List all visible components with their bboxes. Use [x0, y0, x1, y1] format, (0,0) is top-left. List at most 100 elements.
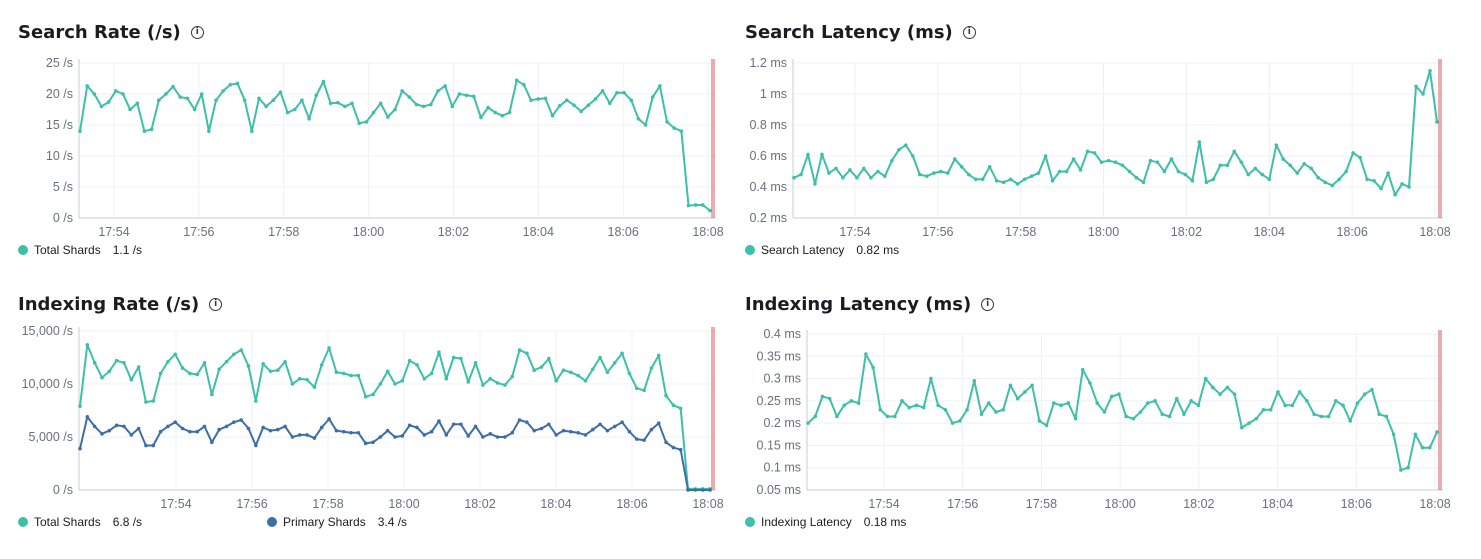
y-tick-label: 0.2 ms: [749, 211, 787, 225]
data-point: [924, 174, 929, 178]
data-point: [428, 102, 433, 107]
data-point: [507, 110, 512, 115]
data-point: [1211, 385, 1215, 390]
data-point: [664, 393, 668, 398]
data-point: [488, 432, 493, 436]
data-point: [114, 358, 119, 363]
data-point: [264, 104, 268, 109]
data-point: [232, 352, 236, 357]
data-point: [1435, 120, 1439, 124]
data-point: [1355, 401, 1360, 405]
info-icon[interactable]: i: [209, 297, 223, 311]
data-point: [931, 171, 936, 175]
data-point: [959, 165, 964, 169]
data-point: [246, 426, 251, 431]
y-tick-label: 5,000 /s: [29, 430, 73, 444]
data-point: [642, 388, 646, 393]
data-point: [1037, 419, 1042, 423]
data-point: [221, 89, 225, 93]
data-point: [665, 120, 669, 124]
legend-value: 0.18 ms: [863, 515, 907, 529]
data-point: [1239, 425, 1244, 430]
data-point: [1351, 151, 1355, 155]
data-point: [451, 355, 456, 360]
info-icon[interactable]: i: [981, 297, 995, 311]
data-point: [185, 96, 190, 101]
data-point: [671, 403, 676, 407]
data-point: [261, 362, 265, 366]
legend-item-indexing-latency[interactable]: Indexing Latency 0.18 ms: [745, 515, 906, 529]
data-point: [834, 166, 838, 171]
data-point: [297, 376, 302, 381]
data-point: [1288, 163, 1293, 168]
y-tick-label: 0 /s: [53, 211, 73, 225]
data-point: [334, 370, 339, 375]
legend-item-total-shards[interactable]: Total Shards 1.1 /s: [18, 243, 142, 257]
data-point: [158, 371, 163, 376]
info-icon[interactable]: i: [962, 25, 976, 39]
data-point: [114, 423, 119, 428]
data-point: [466, 434, 471, 438]
data-point: [481, 383, 485, 387]
data-point: [1176, 169, 1181, 174]
data-point: [634, 437, 639, 441]
x-tick-label: 17:58: [268, 225, 299, 239]
data-point: [871, 365, 875, 370]
data-point: [275, 427, 280, 432]
x-tick-label: 18:00: [1105, 497, 1136, 511]
data-point: [607, 101, 612, 106]
data-point: [319, 363, 324, 367]
data-point: [629, 98, 634, 102]
y-tick-label: 0.1 ms: [763, 461, 801, 475]
data-point: [1153, 399, 1157, 403]
data-point: [334, 428, 339, 433]
data-point: [136, 426, 141, 431]
legend-label: Primary Shards: [283, 515, 366, 529]
data-point: [1316, 175, 1320, 180]
data-point: [202, 361, 207, 365]
data-point: [457, 92, 462, 96]
data-point: [349, 430, 353, 435]
data-point: [598, 355, 602, 360]
indexing-latency-panel: Indexing Latency (ms) i 0.05 ms 0.1 ms 0.1…: [745, 289, 1465, 559]
y-tick-label: 1 ms: [760, 87, 787, 101]
data-point: [1281, 157, 1286, 161]
data-point: [678, 447, 683, 452]
data-point: [268, 369, 273, 374]
data-point: [598, 422, 602, 427]
data-point: [107, 369, 112, 374]
data-point: [554, 433, 558, 437]
data-point: [561, 428, 566, 433]
data-point: [343, 104, 347, 109]
legend-item-total-shards[interactable]: Total Shards 6.8 /s: [18, 515, 267, 529]
data-point: [1124, 414, 1128, 419]
info-icon[interactable]: i: [190, 25, 204, 39]
legend-item-search-latency[interactable]: Search Latency 0.82 ms: [745, 243, 899, 257]
x-tick-label: 18:08: [692, 225, 723, 239]
data-point: [973, 177, 978, 182]
data-point: [217, 367, 221, 371]
data-point: [78, 129, 82, 133]
data-point: [144, 400, 148, 404]
data-point: [966, 172, 971, 177]
x-tick-label: 18:02: [1171, 225, 1202, 239]
legend-item-primary-shards[interactable]: Primary Shards 3.4 /s: [267, 515, 407, 529]
data-point: [178, 95, 183, 99]
legend-dot: [18, 245, 28, 255]
data-point: [1203, 376, 1208, 381]
data-point: [522, 82, 526, 87]
data-point: [1023, 390, 1027, 394]
data-point: [436, 89, 440, 93]
y-tick-label: 5 /s: [53, 180, 73, 194]
data-point: [261, 425, 265, 430]
data-point: [1092, 151, 1097, 155]
y-tick-label: 25 /s: [46, 56, 73, 70]
data-point: [1030, 383, 1034, 388]
data-point: [569, 429, 573, 434]
data-point: [1148, 158, 1153, 163]
data-point: [539, 426, 544, 431]
data-point: [314, 93, 319, 98]
data-point: [1379, 186, 1383, 191]
x-tick-label: 17:56: [922, 225, 953, 239]
data-point: [1295, 171, 1300, 175]
